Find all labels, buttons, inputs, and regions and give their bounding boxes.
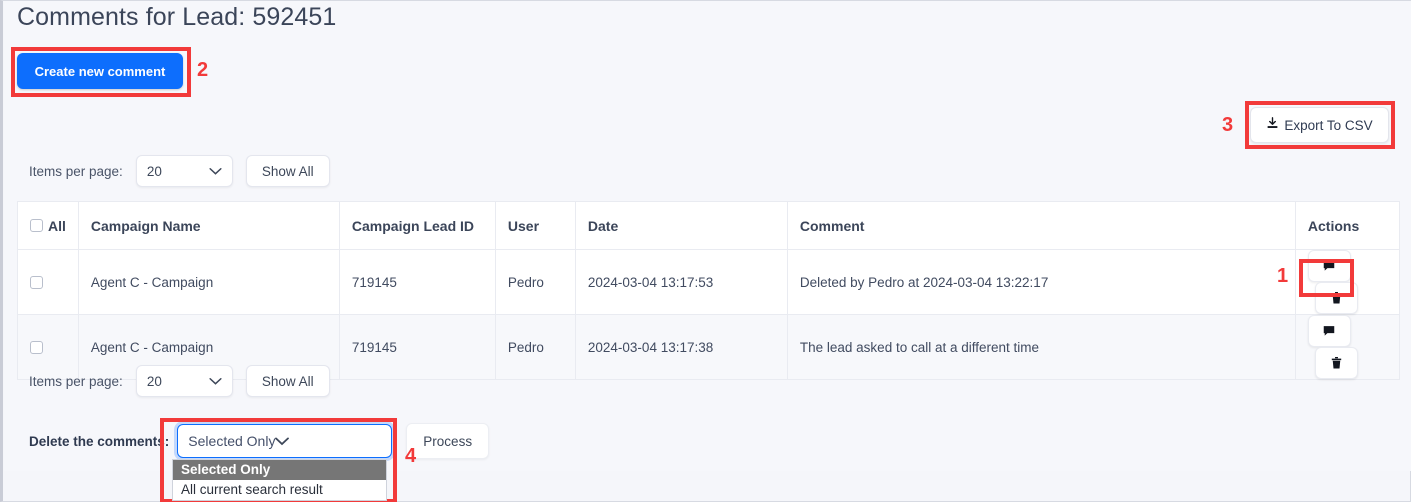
cell-user: Pedro bbox=[494, 314, 576, 380]
cell-actions bbox=[1294, 314, 1401, 380]
dropdown-option-all-current-search-result[interactable]: All current search result bbox=[173, 480, 386, 500]
pager-top: Items per page: 20 Show All bbox=[29, 155, 330, 187]
items-per-page-label-top: Items per page: bbox=[29, 163, 123, 179]
table-row: Agent C - Campaign 719145 Pedro 2024-03-… bbox=[17, 249, 1401, 315]
items-per-page-select-bottom[interactable]: 20 bbox=[135, 365, 233, 397]
row-checkbox-cell bbox=[17, 249, 79, 315]
table-body: Agent C - Campaign 719145 Pedro 2024-03-… bbox=[17, 249, 1401, 380]
create-new-comment-button[interactable]: Create new comment bbox=[17, 53, 183, 89]
cell-campaign-name: Agent C - Campaign bbox=[77, 249, 340, 315]
column-comment: Comment bbox=[786, 201, 1296, 250]
select-all-checkbox[interactable] bbox=[30, 219, 43, 232]
comment-icon bbox=[1324, 261, 1335, 271]
delete-comment-button[interactable] bbox=[1314, 282, 1358, 314]
trash-icon bbox=[1331, 291, 1342, 304]
delete-scope-value: Selected Only bbox=[188, 433, 276, 449]
delete-scope-select[interactable]: Selected Only bbox=[177, 424, 393, 458]
table-header-row: All Campaign Name Campaign Lead ID User … bbox=[17, 201, 1401, 250]
annotation-number-4: 4 bbox=[405, 445, 417, 467]
annotation-number-2: 2 bbox=[197, 59, 209, 81]
cell-campaign-lead-id: 719145 bbox=[338, 249, 496, 315]
show-all-button-top[interactable]: Show All bbox=[245, 155, 330, 187]
view-comment-button[interactable] bbox=[1307, 315, 1351, 347]
annotation-number-3: 3 bbox=[1222, 114, 1234, 136]
row-select-checkbox[interactable] bbox=[30, 275, 43, 289]
cell-campaign-lead-id: 719145 bbox=[338, 314, 496, 380]
export-to-csv-button[interactable]: Export To CSV bbox=[1250, 107, 1389, 143]
items-per-page-select-top[interactable]: 20 bbox=[135, 155, 233, 187]
cell-date: 2024-03-04 13:17:53 bbox=[574, 249, 788, 315]
column-campaign-lead-id: Campaign Lead ID bbox=[338, 201, 496, 250]
cell-actions bbox=[1294, 249, 1401, 315]
export-to-csv-label: Export To CSV bbox=[1284, 117, 1373, 133]
comment-icon bbox=[1324, 326, 1335, 336]
column-user: User bbox=[494, 201, 576, 250]
comments-table: All Campaign Name Campaign Lead ID User … bbox=[17, 201, 1401, 380]
show-all-button-bottom[interactable]: Show All bbox=[245, 365, 330, 397]
cell-date: 2024-03-04 13:17:38 bbox=[574, 314, 788, 380]
column-date: Date bbox=[574, 201, 788, 250]
download-icon bbox=[1266, 117, 1279, 133]
view-comment-button[interactable] bbox=[1307, 250, 1351, 282]
row-select-checkbox[interactable] bbox=[30, 340, 43, 354]
process-button[interactable]: Process bbox=[406, 423, 490, 459]
page-root: Comments for Lead: 592451 Create new com… bbox=[0, 0, 1411, 502]
column-campaign-name: Campaign Name bbox=[77, 201, 340, 250]
delete-scope-dropdown: Selected Only All current search result bbox=[172, 459, 387, 501]
column-actions: Actions bbox=[1294, 201, 1401, 250]
column-select-all-label: All bbox=[48, 217, 66, 234]
page-title: Comments for Lead: 592451 bbox=[17, 3, 337, 31]
delete-comments-row: Delete the comments: Selected Only Proce… bbox=[29, 423, 490, 459]
cell-user: Pedro bbox=[494, 249, 576, 315]
items-per-page-value-top: 20 bbox=[146, 163, 162, 179]
chevron-down-icon bbox=[275, 433, 290, 449]
chevron-down-icon bbox=[209, 374, 222, 389]
items-per-page-label-bottom: Items per page: bbox=[29, 373, 123, 389]
delete-comments-label: Delete the comments: bbox=[29, 433, 170, 449]
dropdown-option-selected-only[interactable]: Selected Only bbox=[173, 460, 386, 480]
trash-icon bbox=[1331, 356, 1342, 369]
pager-bottom: Items per page: 20 Show All bbox=[29, 365, 330, 397]
items-per-page-value-bottom: 20 bbox=[146, 373, 162, 389]
cell-comment: The lead asked to call at a different ti… bbox=[786, 314, 1296, 380]
chevron-down-icon bbox=[209, 164, 222, 179]
column-select-all: All bbox=[17, 201, 79, 250]
cell-comment: Deleted by Pedro at 2024-03-04 13:22:17 bbox=[786, 249, 1296, 315]
delete-comment-button[interactable] bbox=[1314, 347, 1358, 379]
annotation-number-1: 1 bbox=[1277, 265, 1289, 287]
